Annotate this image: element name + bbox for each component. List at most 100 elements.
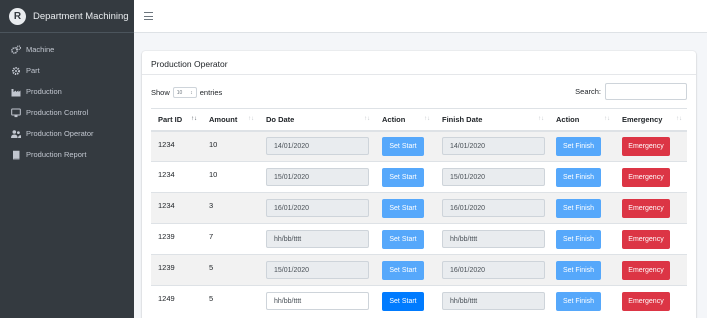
finish-date-input[interactable]: hh/bb/tttt [442, 292, 545, 311]
do-date-input[interactable]: 14/01/2020 [266, 137, 369, 156]
sidebar-item-label: Production [26, 87, 62, 96]
sidebar-item-production[interactable]: Production [0, 81, 134, 102]
do-date-input[interactable]: hh/bb/tttt [266, 230, 369, 248]
sidebar-item-production-operator[interactable]: Production Operator [0, 123, 134, 144]
column-label: Do Date [266, 114, 295, 124]
set-start-button[interactable]: Set Start [382, 167, 424, 187]
column-header-action-start[interactable]: Action ↑↓ [375, 108, 435, 132]
emergency-button[interactable]: Emergency [622, 198, 670, 218]
table-row: 1239 5 15/01/2020 Set Start 16/01/2020 S… [151, 254, 687, 286]
table-row: 1249 5 hh/bb/tttt Set Start hh/bb/tttt S… [151, 285, 687, 317]
sort-icon: ↑↓ [248, 116, 254, 122]
entries-select[interactable]: 10 ↕ [172, 87, 197, 98]
do-date-input[interactable]: hh/bb/tttt [266, 292, 369, 311]
brand-text: Department Machining [33, 10, 129, 22]
cell-part-id: 1239 [151, 254, 202, 286]
cell-amount: 5 [202, 254, 259, 286]
set-finish-button[interactable]: Set Finish [556, 198, 601, 218]
sidebar-item-label: Production Operator [26, 129, 94, 138]
topbar [134, 0, 707, 33]
sort-icon: ↑↓ [676, 116, 682, 122]
column-header-action-finish[interactable]: Action ↑↓ [549, 108, 615, 132]
finish-date-input[interactable]: 15/01/2020 [442, 168, 545, 186]
cell-amount: 7 [202, 223, 259, 255]
column-header-emergency[interactable]: Emergency ↑↓ [615, 108, 687, 132]
table-header-row: Part ID ↑↓ Amount ↑↓ Do Date ↑↓ Action ↑↓ Fi… [151, 108, 687, 132]
sidebar-item-label: Production Report [26, 150, 87, 159]
brand-logo: R [9, 7, 26, 25]
brand-link[interactable]: R Department Machining [0, 0, 134, 33]
set-finish-button[interactable]: Set Finish [556, 291, 601, 311]
column-header-amount[interactable]: Amount ↑↓ [202, 108, 259, 132]
cell-part-id: 1234 [151, 130, 202, 162]
emergency-button[interactable]: Emergency [622, 291, 670, 311]
sort-icon: ↑↓ [364, 116, 370, 122]
do-date-input[interactable]: 15/01/2020 [266, 261, 369, 279]
column-header-finish-date[interactable]: Finish Date ↑↓ [435, 108, 549, 132]
entries-label: entries [199, 88, 223, 97]
sidebar: R Department Machining Machine Part Prod… [0, 0, 134, 318]
production-operator-card: Production Operator Show 10 ↕ entries Se… [142, 51, 696, 318]
table-controls: Show 10 ↕ entries Search: [142, 75, 696, 108]
hamburger-icon[interactable] [144, 12, 153, 20]
cell-part-id: 1249 [151, 285, 202, 317]
desktop-icon [10, 108, 21, 118]
sort-icon: ↑↓ [424, 116, 430, 122]
sidebar-item-label: Production Control [26, 108, 89, 117]
show-entries: Show 10 ↕ entries [151, 87, 222, 98]
do-date-input[interactable]: 15/01/2020 [266, 168, 369, 186]
do-date-input[interactable]: 16/01/2020 [266, 199, 369, 217]
set-start-button[interactable]: Set Start [382, 260, 424, 280]
gear-icon [10, 66, 21, 76]
show-label: Show [151, 88, 170, 97]
cell-part-id: 1239 [151, 223, 202, 255]
set-finish-button[interactable]: Set Finish [556, 229, 601, 249]
set-start-button[interactable]: Set Start [382, 198, 424, 218]
emergency-button[interactable]: Emergency [622, 229, 670, 249]
sidebar-item-label: Part [26, 66, 40, 75]
set-start-button[interactable]: Set Start [382, 229, 424, 249]
emergency-button[interactable]: Emergency [622, 167, 670, 187]
finish-date-input[interactable]: hh/bb/tttt [442, 230, 545, 248]
table-row: 1234 10 15/01/2020 Set Start 15/01/2020 … [151, 161, 687, 193]
sort-icon: ↑↓ [604, 116, 610, 122]
set-finish-button[interactable]: Set Finish [556, 136, 601, 156]
column-label: Action [382, 114, 406, 124]
entries-select-value: 10 [176, 89, 183, 96]
column-label: Amount [209, 114, 238, 124]
column-header-part-id[interactable]: Part ID ↑↓ [151, 108, 202, 132]
set-start-button[interactable]: Set Start [382, 136, 424, 156]
finish-date-input[interactable]: 16/01/2020 [442, 261, 545, 279]
sidebar-item-machine[interactable]: Machine [0, 39, 134, 60]
sidebar-item-production-control[interactable]: Production Control [0, 102, 134, 123]
set-finish-button[interactable]: Set Finish [556, 167, 601, 187]
sidebar-item-label: Machine [26, 45, 55, 54]
table-row: 1234 3 16/01/2020 Set Start 16/01/2020 S… [151, 192, 687, 224]
sidebar-item-part[interactable]: Part [0, 60, 134, 81]
set-finish-button[interactable]: Set Finish [556, 260, 601, 280]
sidebar-nav: Machine Part Production Production Contr… [0, 33, 134, 165]
column-label: Emergency [622, 114, 663, 124]
emergency-button[interactable]: Emergency [622, 260, 670, 280]
cell-amount: 3 [202, 192, 259, 224]
book-icon [10, 150, 21, 160]
column-label: Finish Date [442, 114, 483, 124]
table-row: 1239 7 hh/bb/tttt Set Start hh/bb/tttt S… [151, 223, 687, 255]
table-row: 1234 10 14/01/2020 Set Start 14/01/2020 … [151, 130, 687, 162]
select-arrows-icon: ↕ [190, 89, 193, 96]
cell-part-id: 1234 [151, 161, 202, 193]
emergency-button[interactable]: Emergency [622, 136, 670, 156]
cell-part-id: 1234 [151, 192, 202, 224]
search-box: Search: [575, 83, 687, 100]
sidebar-item-production-report[interactable]: Production Report [0, 144, 134, 165]
search-input[interactable] [605, 83, 687, 100]
column-label: Action [556, 114, 580, 124]
industry-icon [10, 87, 21, 97]
finish-date-input[interactable]: 16/01/2020 [442, 199, 545, 217]
operator-table: Part ID ↑↓ Amount ↑↓ Do Date ↑↓ Action ↑↓ Fi… [151, 108, 687, 317]
search-label: Search: [575, 87, 601, 96]
sort-icon: ↑↓ [538, 116, 544, 122]
finish-date-input[interactable]: 14/01/2020 [442, 137, 545, 156]
column-header-do-date[interactable]: Do Date ↑↓ [259, 108, 375, 132]
set-start-button[interactable]: Set Start [382, 291, 424, 311]
